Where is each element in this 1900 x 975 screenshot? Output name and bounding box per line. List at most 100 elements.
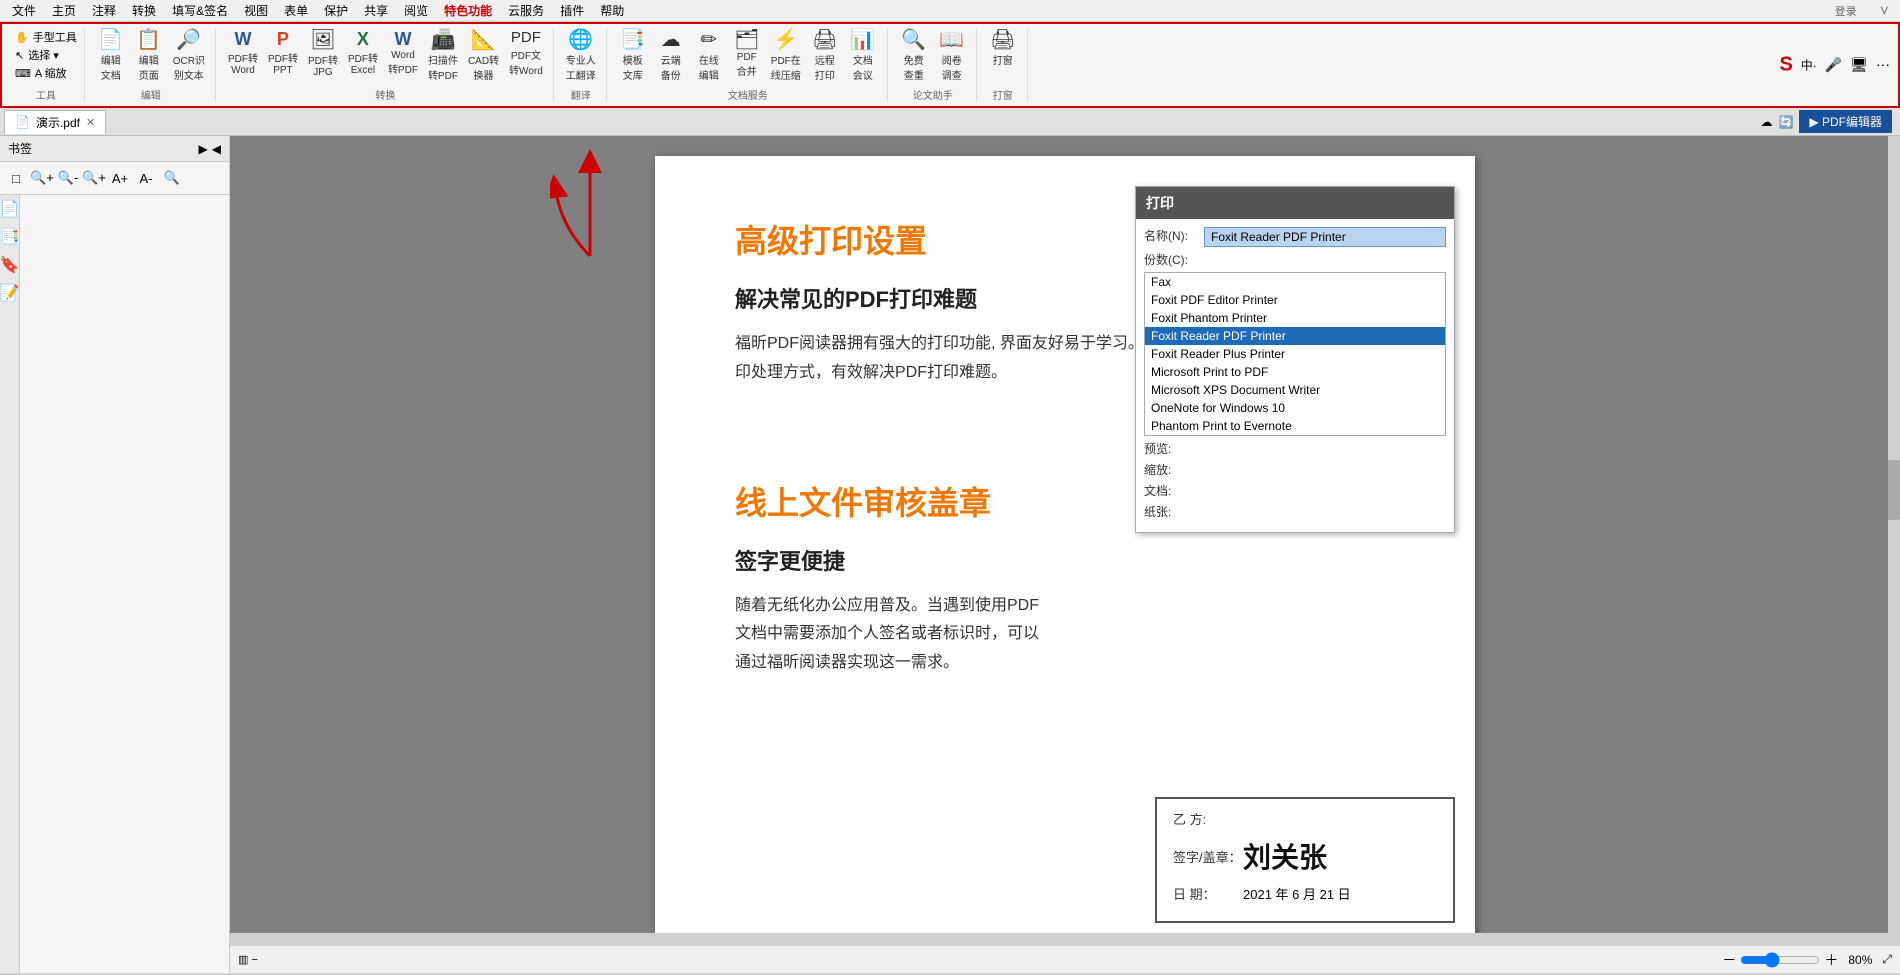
ocr-btn[interactable]: 🔎 OCR识别文本: [169, 28, 209, 84]
pdf-word-icon: W: [234, 30, 251, 48]
printer-fax[interactable]: Fax: [1145, 273, 1445, 291]
printer-onenote[interactable]: OneNote for Windows 10: [1145, 399, 1445, 417]
print-row-preview: 预览:: [1144, 440, 1446, 457]
sidebar-zoom-fit-btn[interactable]: 🔍+: [82, 166, 106, 190]
sidebar-tag-icon[interactable]: 🔖: [0, 255, 19, 275]
sidebar-search-btn[interactable]: 🔍: [160, 166, 184, 190]
sidebar-bookmark-icon[interactable]: 📑: [0, 227, 19, 247]
printer-foxit-editor[interactable]: Foxit PDF Editor Printer: [1145, 291, 1445, 309]
sidebar-left-icons: 📄 📑 🔖 📝: [0, 195, 20, 973]
scrollbar-horizontal[interactable]: [230, 933, 1888, 945]
signature-sign-row: 签字/盖章： 刘关张: [1173, 836, 1437, 876]
menu-share[interactable]: 共享: [356, 0, 396, 21]
zoom-plus-btn[interactable]: ＋: [1824, 950, 1838, 970]
sidebar-zoom-out-btn[interactable]: 🔍-: [56, 166, 80, 190]
sidebar-font-dec-btn[interactable]: A-: [134, 166, 158, 190]
printer-foxit-phantom[interactable]: Foxit Phantom Printer: [1145, 309, 1445, 327]
menu-form[interactable]: 表单: [276, 0, 316, 21]
menu-protect[interactable]: 保护: [316, 0, 356, 21]
menu-plugin[interactable]: 插件: [552, 0, 592, 21]
cad-btn[interactable]: 📐 CAD转换器: [464, 28, 503, 84]
more-icon[interactable]: ⋯: [1876, 57, 1890, 74]
remote-print-btn[interactable]: 🖨 远程打印: [807, 28, 843, 84]
top-right-area: S 中· 🎤 🖥 ⋯: [1779, 54, 1890, 77]
menu-browse[interactable]: 阅览: [396, 0, 436, 21]
merge-icon: 🗂: [734, 30, 759, 50]
sidebar-comment-icon[interactable]: 📝: [0, 283, 19, 303]
menu-file[interactable]: 文件: [4, 0, 44, 21]
cloud-sync-icon: ☁: [1760, 115, 1772, 129]
compress-label: PDF在线压缩: [771, 52, 801, 82]
menu-home[interactable]: 主页: [44, 0, 84, 21]
word-to-pdf-btn[interactable]: W Word转PDF: [384, 28, 422, 78]
menu-sign[interactable]: 填写&签名: [164, 0, 236, 21]
lang-toggle[interactable]: 中·: [1801, 57, 1817, 74]
hand-tool-btn[interactable]: ✋ 手型工具: [12, 28, 80, 46]
meeting-label: 文档会议: [853, 52, 873, 82]
edit-doc-btn[interactable]: 📄 编辑文档: [93, 28, 129, 84]
sync-status: 🔄: [1778, 115, 1793, 129]
pdf-to-word-btn[interactable]: W PDF转Word: [224, 28, 262, 78]
edit-page-icon: 📋: [136, 30, 161, 50]
scrollbar-vertical[interactable]: [1888, 136, 1900, 945]
pdf-text-btn[interactable]: PDF PDF文转Word: [505, 28, 547, 79]
sidebar-next-icon[interactable]: ◀: [212, 142, 221, 156]
tab-close-btn[interactable]: ✕: [86, 116, 95, 129]
pdf-to-jpg-btn[interactable]: 🖼 PDF转JPG: [304, 28, 342, 80]
sidebar-zoom-in-btn[interactable]: 🔍+: [30, 166, 54, 190]
ocr-icon: 🔎: [176, 30, 201, 50]
signature-date-label: 日 期：: [1173, 884, 1243, 903]
read-check-btn[interactable]: 📖 阅卷调查: [934, 28, 970, 84]
free-check-btn[interactable]: 🔍 免费查重: [896, 28, 932, 84]
specialist-translate-btn[interactable]: 🌐 专业人工翻译: [562, 28, 600, 84]
zoom-minus-btn[interactable]: －: [1722, 950, 1736, 970]
printer-foxit-reader[interactable]: Foxit Reader PDF Printer: [1145, 327, 1445, 345]
menu-annotate[interactable]: 注释: [84, 0, 124, 21]
mic-icon[interactable]: 🎤: [1825, 57, 1842, 74]
menu-view[interactable]: 视图: [236, 0, 276, 21]
print-name-input[interactable]: Foxit Reader PDF Printer: [1204, 227, 1446, 247]
menu-help[interactable]: 帮助: [592, 0, 632, 21]
tab-demo-pdf[interactable]: 📄 演示.pdf ✕: [4, 110, 106, 134]
sidebar-page-btn[interactable]: □: [4, 166, 28, 190]
cloud-backup-btn[interactable]: ☁ 云端备份: [653, 28, 689, 84]
pdf-editor-label: ▶ PDF编辑器: [1799, 110, 1892, 133]
scan-pdf-btn[interactable]: 📠 扫描件转PDF: [424, 28, 462, 84]
online-edit-btn[interactable]: ✏ 在线编辑: [691, 28, 727, 84]
printer-foxit-plus[interactable]: Foxit Reader Plus Printer: [1145, 345, 1445, 363]
doc-meeting-btn[interactable]: 📊 文档会议: [845, 28, 881, 84]
printer-evernote[interactable]: Phantom Print to Evernote: [1145, 417, 1445, 435]
screen-icon[interactable]: 🖥: [1850, 57, 1868, 74]
print-section: 🖨 打窗 打窗: [979, 28, 1028, 102]
sidebar-prev-icon[interactable]: ▶: [199, 142, 208, 156]
print-dialog-title: 打印: [1136, 187, 1454, 219]
tab-label: 演示.pdf: [36, 114, 80, 131]
section2-body: 随着无纸化办公应用普及。当遇到使用PDF文档中需要添加个人签名或者标识时，可以通…: [735, 592, 1045, 678]
cloud-icon: ☁: [661, 30, 681, 50]
printer-ms-pdf[interactable]: Microsoft Print to PDF: [1145, 363, 1445, 381]
print-section-label: 打窗: [993, 85, 1013, 102]
zoom-label: A 缩放: [35, 65, 67, 81]
expand-btn[interactable]: ⤢: [1882, 952, 1892, 967]
template-btn[interactable]: 📑 模板文库: [615, 28, 651, 84]
sidebar-font-inc-btn[interactable]: A+: [108, 166, 132, 190]
hand-icon: ✋: [15, 31, 29, 44]
print-btn[interactable]: 🖨 打窗: [985, 28, 1021, 69]
pdf-compress-btn[interactable]: ⚡ PDF在线压缩: [767, 28, 805, 84]
menu-convert[interactable]: 转换: [124, 0, 164, 21]
sidebar-page-icon[interactable]: 📄: [0, 199, 19, 219]
printer-ms-xps[interactable]: Microsoft XPS Document Writer: [1145, 381, 1445, 399]
sidebar-main-area: [20, 195, 229, 973]
pdf-to-excel-btn[interactable]: X PDF转Excel: [344, 28, 382, 78]
pdf-merge-btn[interactable]: 🗂 PDF合并: [729, 28, 765, 80]
select-btn[interactable]: ↖ 选择 ▾: [12, 46, 80, 64]
zoom-btn[interactable]: ⌨ A 缩放: [12, 64, 80, 82]
edit-page-btn[interactable]: 📋 编辑页面: [131, 28, 167, 84]
menu-special[interactable]: 特色功能: [436, 0, 500, 21]
pdf-to-ppt-btn[interactable]: P PDF转PPT: [264, 28, 302, 78]
print-name-label: 名称(N):: [1144, 227, 1204, 244]
zoom-slider[interactable]: [1740, 952, 1820, 968]
menu-bar: 文件 主页 注释 转换 填写&签名 视图 表单 保护 共享 阅览 特色功能 云服…: [0, 0, 1900, 22]
menu-cloud[interactable]: 云服务: [500, 0, 552, 21]
scrollbar-thumb-v[interactable]: [1888, 460, 1900, 520]
